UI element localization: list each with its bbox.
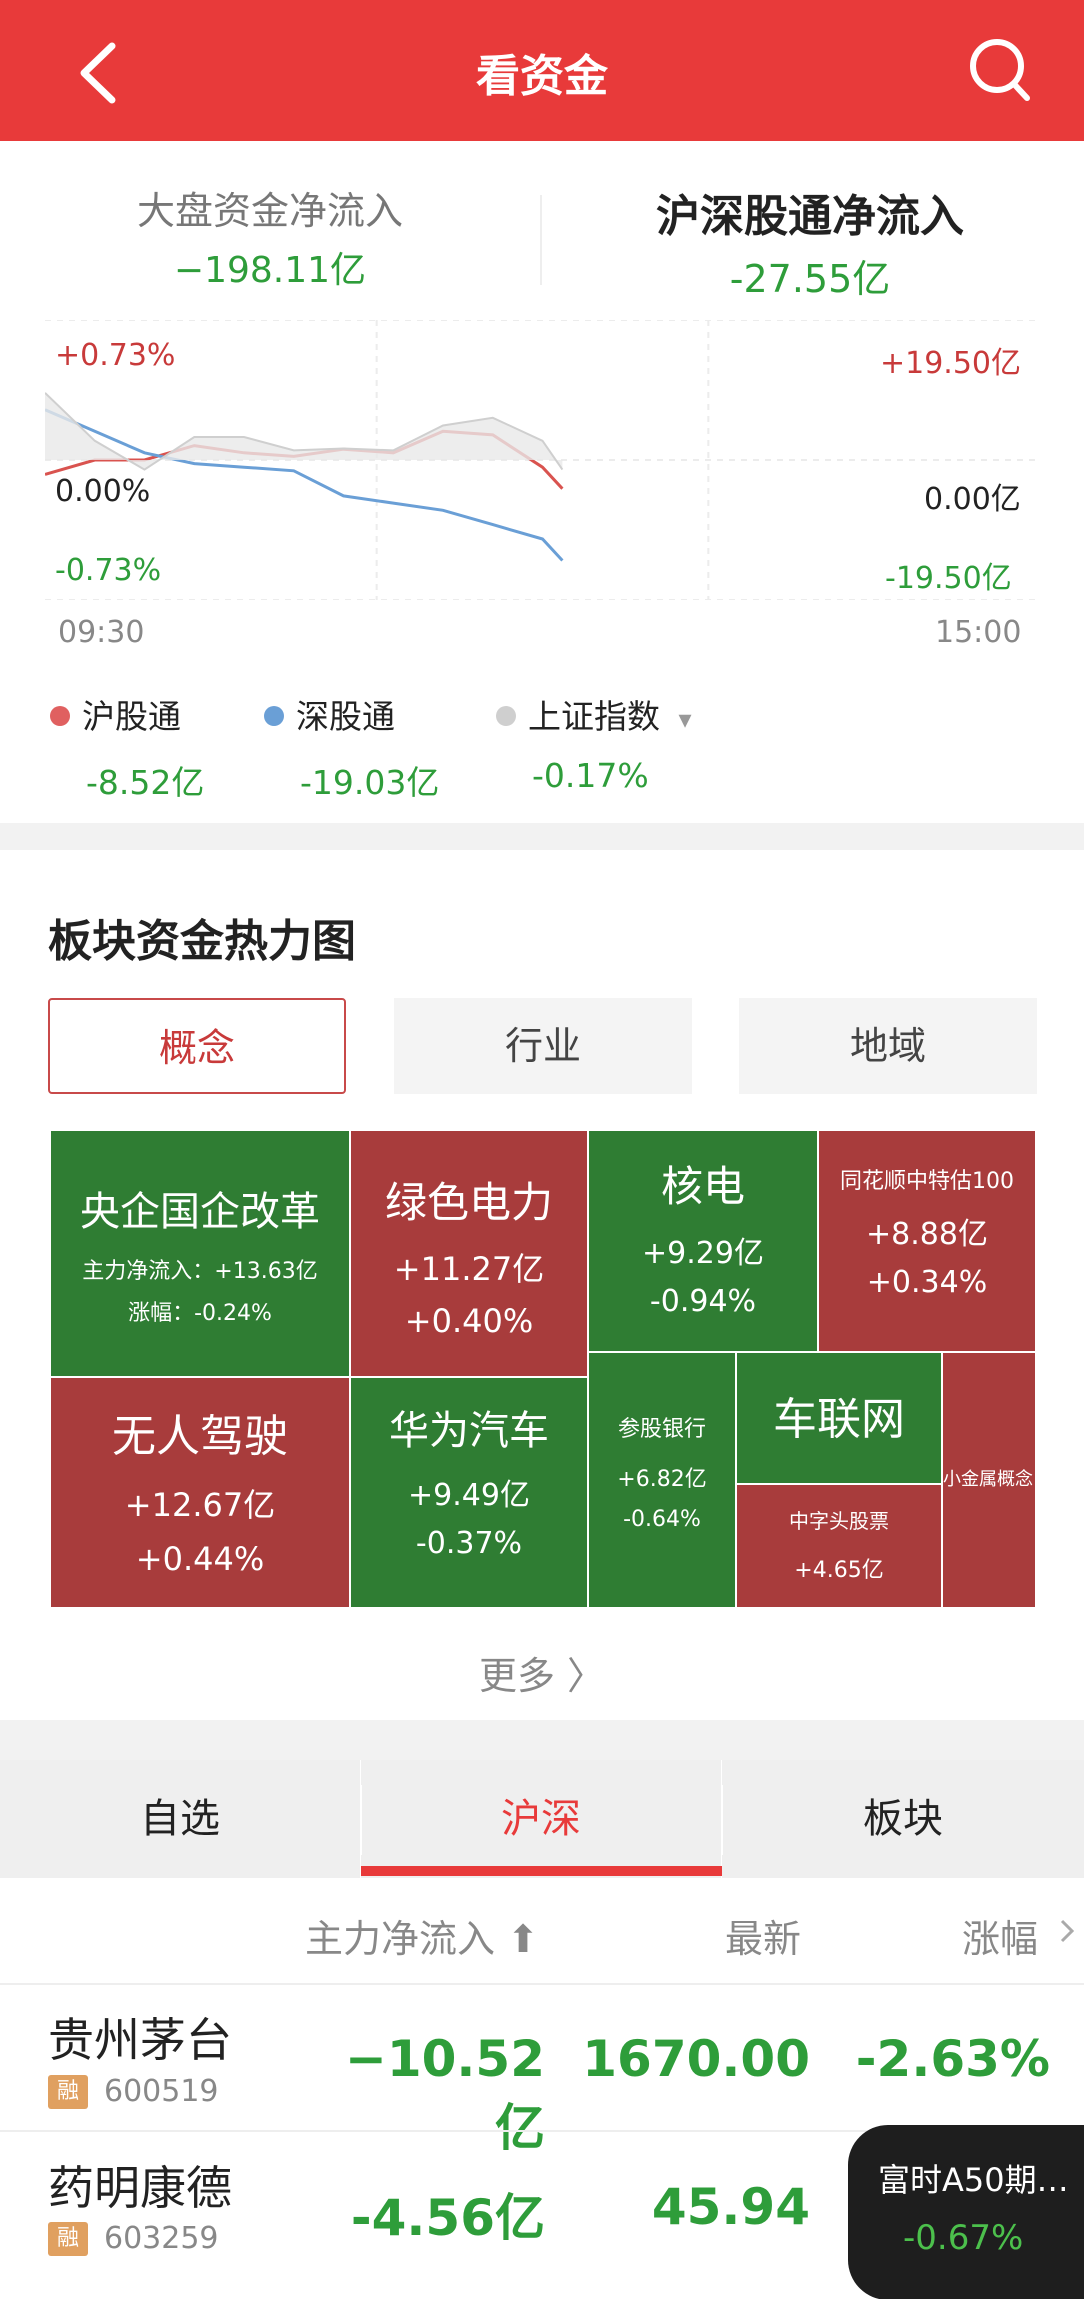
stock-name: 药明康德 xyxy=(48,2161,232,2215)
market-flow-value: −198.11亿 xyxy=(173,250,367,291)
futures-title: 富时A50期… xyxy=(878,2161,1069,2199)
treemap-cell[interactable]: 核电 +9.29亿 -0.94% xyxy=(588,1130,818,1352)
connect-flow-tab[interactable]: 沪深股通净流入 -27.55亿 xyxy=(620,180,1000,303)
treemap-cell[interactable]: 车联网 xyxy=(736,1352,942,1484)
heatmap-title: 板块资金热力图 xyxy=(48,916,356,967)
legend-label: 深股通 xyxy=(296,697,395,736)
tab-shanghai-shenzhen[interactable]: 沪深 xyxy=(361,1760,721,1878)
market-flow-tab[interactable]: 大盘资金净流入 −198.11亿 xyxy=(120,180,420,293)
tab-region[interactable]: 地域 xyxy=(739,998,1037,1094)
treemap-cell[interactable]: 华为汽车 +9.49亿 -0.37% xyxy=(350,1377,588,1608)
futures-value: -0.67% xyxy=(903,2218,1024,2258)
treemap-cell[interactable]: 央企国企改革 主力净流入：+13.63亿 涨幅：-0.24% xyxy=(50,1130,350,1377)
tab-concept[interactable]: 概念 xyxy=(48,998,346,1094)
axis-right-top: +19.50亿 xyxy=(880,346,1022,381)
legend-value: -19.03亿 xyxy=(300,763,440,802)
legend-label: 沪股通 xyxy=(82,697,181,736)
col-header-change[interactable]: 涨幅 xyxy=(962,1908,1038,1963)
more-link[interactable]: 更多 〉 xyxy=(0,1645,1084,1700)
treemap-cell[interactable]: 绿色电力 +11.27亿 +0.40% xyxy=(350,1130,588,1377)
series-area xyxy=(45,392,563,470)
latest-price: 45.94 xyxy=(651,2178,810,2236)
stock-code: 603259 xyxy=(104,2221,219,2256)
futures-float-widget[interactable]: 富时A50期… -0.67% xyxy=(848,2125,1084,2299)
margin-badge: 融 xyxy=(48,2075,88,2109)
connect-flow-value: -27.55亿 xyxy=(729,257,891,301)
treemap-cell[interactable]: 参股银行 +6.82亿 -0.64% xyxy=(588,1352,736,1608)
red-dot-icon xyxy=(50,706,70,726)
top-bar: 看资金 xyxy=(0,0,1084,141)
flow-divider xyxy=(540,195,542,285)
treemap-cell[interactable]: 中字头股票 +4.65亿 xyxy=(736,1484,942,1608)
col-header-latest[interactable]: 最新 xyxy=(725,1908,801,1963)
latest-price: 1670.00 xyxy=(582,2030,810,2088)
blue-dot-icon xyxy=(264,706,284,726)
time-end-label: 15:00 xyxy=(935,615,1022,650)
market-flow-label: 大盘资金净流入 xyxy=(136,189,403,233)
row-divider xyxy=(0,1983,1084,1985)
treemap-cell[interactable]: 同花顺中特估100 +8.88亿 +0.34% xyxy=(818,1130,1036,1352)
time-start-label: 09:30 xyxy=(58,615,145,650)
tab-sector[interactable]: 板块 xyxy=(722,1760,1084,1878)
legend-value: -0.17% xyxy=(532,756,649,795)
sector-treemap: 央企国企改革 主力净流入：+13.63亿 涨幅：-0.24% 绿色电力 +11.… xyxy=(50,1130,1036,1608)
app-screen: 看资金 大盘资金净流入 −198.11亿 沪深股通净流入 -27.55亿 +0.… xyxy=(0,0,1084,2299)
legend-value: -8.52亿 xyxy=(86,763,205,802)
legend-item-hgt[interactable]: 沪股通 -8.52亿 xyxy=(50,690,204,804)
axis-right-bottom: -19.50亿 xyxy=(885,561,1012,596)
tab-separator xyxy=(721,1785,723,1855)
margin-badge: 融 xyxy=(48,2222,88,2256)
treemap-cell[interactable]: 小金属概念 xyxy=(942,1352,1036,1608)
axis-left-bottom: -0.73% xyxy=(55,553,162,588)
dropdown-caret-icon[interactable]: ▾ xyxy=(679,705,692,735)
chevron-right-icon[interactable] xyxy=(1058,1918,1076,1944)
stock-code: 600519 xyxy=(104,2074,219,2109)
legend-item-index[interactable]: 上证指数 ▾ -0.17% xyxy=(496,690,692,795)
legend-item-sgt[interactable]: 深股通 -19.03亿 xyxy=(264,690,439,804)
main-flow-value: -4.56亿 xyxy=(350,2189,545,2247)
page-title: 看资金 xyxy=(476,51,608,102)
tab-industry[interactable]: 行业 xyxy=(394,998,692,1094)
active-tab-indicator xyxy=(361,1866,722,1876)
stock-name: 贵州茅台 xyxy=(48,2013,232,2067)
search-icon[interactable] xyxy=(965,32,1035,107)
legend-label: 上证指数 xyxy=(528,697,660,736)
main-flow-value: −10.52亿 xyxy=(344,2030,545,2157)
connect-flow-label: 沪深股通净流入 xyxy=(656,191,964,242)
tab-watchlist[interactable]: 自选 xyxy=(0,1760,360,1878)
axis-right-mid: 0.00亿 xyxy=(924,482,1021,517)
axis-left-mid: 0.00% xyxy=(55,474,151,509)
tab-separator xyxy=(360,1785,362,1855)
change-pct: -2.63% xyxy=(855,2030,1050,2088)
gray-dot-icon xyxy=(496,706,516,726)
treemap-cell[interactable]: 无人驾驶 +12.67亿 +0.44% xyxy=(50,1377,350,1608)
axis-left-top: +0.73% xyxy=(55,338,176,373)
col-header-main-flow[interactable]: 主力净流入 ⬆ xyxy=(305,1908,539,1963)
